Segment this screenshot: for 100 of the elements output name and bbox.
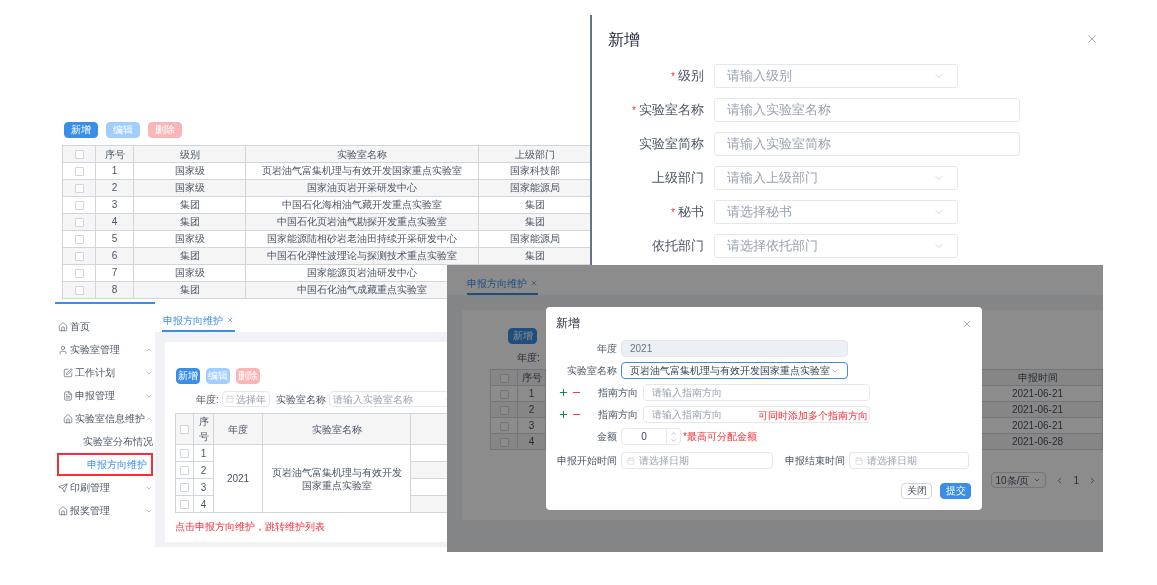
field-label: 年度: [596, 342, 618, 356]
select-field[interactable]: 请输入级别: [714, 64, 958, 88]
table-cell: 2: [200, 464, 207, 476]
field-label: 实验室简称: [639, 135, 704, 154]
field-label: 依托部门: [652, 237, 704, 256]
table-cell: 国家级: [174, 182, 205, 193]
table-cell: 1: [200, 447, 207, 459]
date-picker[interactable]: 请选择日期: [621, 452, 773, 469]
sidebar-item[interactable]: 申报方向维护: [57, 453, 153, 476]
table-cell: 页岩油气富集机理与有效开发国家重点实验室: [271, 466, 402, 491]
table-cell: 国家能源局: [509, 182, 560, 193]
action-button[interactable]: 新增: [176, 368, 200, 384]
select-field[interactable]: 页岩油气富集机理与有效开发国家重点实验室: [621, 362, 848, 379]
table-cell: 中国石化页岩油气勘探开发重点实验室: [277, 216, 447, 227]
sidebar-item[interactable]: 工作计划: [55, 361, 155, 384]
table-cell: 集团: [524, 216, 545, 227]
table-cell: 4: [528, 436, 535, 447]
year-picker[interactable]: 选择年: [221, 391, 270, 407]
column-header: 序号: [198, 416, 209, 442]
table-cell: 中国石化油气成藏重点实验室: [297, 284, 427, 295]
page-tab[interactable]: 申报方向维护: [467, 273, 538, 295]
table-cell: 3: [111, 199, 118, 210]
table-cell: 2021-06-21: [1011, 420, 1064, 431]
sidebar-item[interactable]: 印刷管理: [55, 476, 155, 499]
field-label: 指南方向: [597, 386, 639, 400]
field-label: 金额: [596, 430, 618, 444]
table-cell: 3: [200, 481, 207, 493]
table-cell: 3: [528, 420, 535, 431]
field-label: 申报结束时间: [785, 454, 846, 468]
column-header: 年度: [228, 423, 248, 435]
filter-label: 实验室名称: [275, 392, 326, 407]
table-cell: 集团: [179, 199, 200, 210]
filter-label: 年度:: [196, 392, 219, 407]
page-tab[interactable]: 申报方向维护: [162, 310, 235, 332]
field-label: * 秘书: [671, 203, 704, 222]
table-cell: 国家能源局: [509, 233, 560, 244]
table-cell: 中国石化弹性波理论与探测技术重点实验室: [267, 250, 457, 261]
number-field[interactable]: 0: [621, 428, 681, 445]
page-number[interactable]: 1: [1073, 472, 1079, 488]
sidebar-item[interactable]: 报奖管理: [55, 499, 155, 522]
sidebar-item[interactable]: 申报管理: [55, 384, 155, 407]
table-cell: 7: [111, 267, 118, 278]
column-header: 申报时间: [1017, 372, 1058, 383]
table-cell: 4: [200, 498, 207, 510]
table-cell: 集团: [524, 250, 545, 261]
select-field[interactable]: 请输入上级部门: [714, 166, 958, 190]
table-cell: 5: [111, 233, 118, 244]
action-button[interactable]: 新增: [64, 122, 98, 138]
sidebar-item[interactable]: 实验室分布情况: [55, 430, 155, 453]
dialog-title: 新增: [556, 316, 580, 331]
sidebar-item[interactable]: 实验室信息维护: [55, 407, 155, 430]
input-field[interactable]: 请输入实验室名称: [714, 98, 1020, 122]
select-field[interactable]: 请选择秘书: [714, 200, 958, 224]
table-cell: 1: [111, 165, 118, 176]
field-label: 指南方向: [597, 408, 639, 422]
page-size-select[interactable]: 10条/页: [990, 472, 1047, 488]
table-cell: 国家科技部: [509, 165, 560, 176]
table-cell: 集团: [524, 199, 545, 210]
table-cell: 集团: [179, 216, 200, 227]
column-header: 序号: [521, 372, 542, 383]
table-cell: 国家级: [174, 233, 205, 244]
table-cell: 2021-06-21: [1011, 404, 1064, 415]
table-cell: 2021-06-28: [1011, 436, 1064, 447]
table-cell: 4: [111, 216, 118, 227]
action-button[interactable]: 新增: [508, 328, 537, 344]
field-label: 申报开始时间: [556, 454, 618, 468]
field-label: 上级部门: [652, 169, 704, 188]
table-cell: 2: [111, 182, 118, 193]
table-cell: 6: [111, 250, 118, 261]
column-header: 序号: [104, 148, 125, 160]
column-header: 实验室名称: [337, 148, 387, 160]
hint-text: 可同时添加多个指南方向: [758, 409, 868, 423]
table-cell: 国家能源页岩油研发中心: [307, 267, 417, 278]
input-field[interactable]: 请输入实验室简称: [714, 132, 1020, 156]
hint-text: 点击申报方向维护，跳转维护列表: [175, 520, 325, 534]
date-picker[interactable]: 请选择日期: [849, 452, 969, 469]
table-cell: 集团: [179, 284, 200, 295]
table-cell: 国家能源陆相砂岩老油田持续开采研发中心: [267, 233, 457, 244]
action-button[interactable]: 关闭: [901, 483, 932, 499]
select-field[interactable]: 请选择依托部门: [714, 234, 958, 258]
dialog-title: 新增: [608, 30, 640, 50]
hint-text: *最高可分配金额: [683, 430, 757, 444]
table-cell: 8: [111, 284, 118, 295]
filter-label: 年度:: [517, 351, 540, 365]
input-field[interactable]: 请输入指南方向: [643, 384, 870, 401]
sidebar-item[interactable]: 首页: [55, 315, 155, 338]
table-cell: 中国石化海相油气藏开发重点实验室: [282, 199, 442, 210]
action-button[interactable]: 提交: [940, 483, 971, 499]
column-header: 上级部门: [514, 148, 555, 160]
field-label: * 级别: [671, 67, 704, 86]
table-cell: 2: [528, 404, 535, 415]
table-cell: 2021: [226, 473, 250, 484]
column-header: 级别: [179, 148, 200, 160]
sidebar-item[interactable]: 实验室管理: [55, 338, 155, 361]
field-label: * 实验室名称: [632, 101, 704, 120]
table-cell: 国家油页岩开采研发中心: [307, 182, 417, 193]
table-cell: 国家级: [174, 165, 205, 176]
table-cell: 2021-06-21: [1011, 388, 1064, 399]
column-header: 实验室名称: [311, 423, 362, 435]
table-cell: 国家级: [174, 267, 205, 278]
